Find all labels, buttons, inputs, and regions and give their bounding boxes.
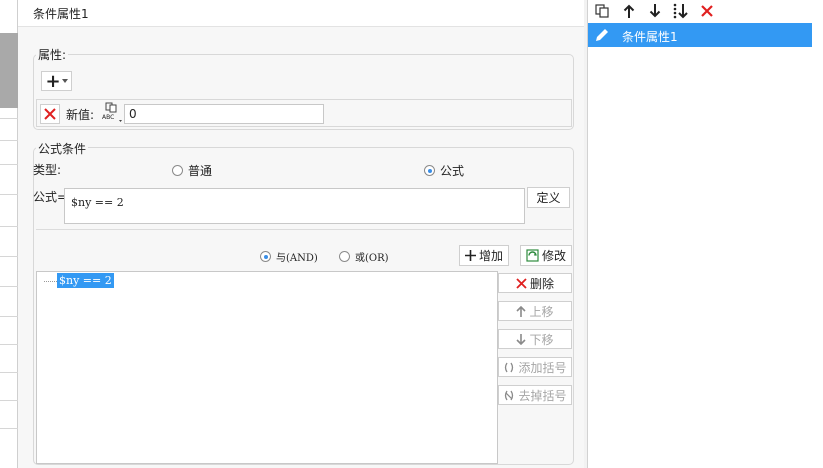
radio-and-circle [260,251,271,262]
modify-condition-label: 修改 [541,249,566,263]
modify-icon [526,249,539,262]
left-edge-dark-block [0,33,18,108]
delete-icon [44,108,56,120]
grid-line [0,140,18,141]
grid-line [0,316,18,317]
grid-line [0,428,18,429]
move-item-down-button[interactable] [646,2,664,20]
radio-formula-circle [424,165,435,176]
formula-label: 公式= [33,190,68,204]
grid-line [0,194,18,195]
tree-connector [44,281,57,282]
abc-icon-label: ABC [102,114,115,121]
separator [36,229,572,230]
define-button[interactable]: 定义 [527,187,570,208]
condition-list-item[interactable]: 条件属性1 [588,23,812,47]
grid-line [0,118,18,119]
attributes-group-label: 属性: [36,46,69,63]
delete-icon [516,277,527,289]
sort-button[interactable] [672,2,690,20]
condition-list-item-label: 条件属性1 [622,30,678,44]
radio-normal-label: 普通 [188,164,213,178]
radio-or[interactable]: 或(OR) [339,249,389,264]
grid-line [0,256,18,257]
grid-line [0,286,18,287]
move-down-label: 下移 [529,332,554,347]
grid-line [0,164,18,165]
delete-item-button[interactable] [698,2,716,20]
condition-tree[interactable]: $ny == 2 [36,271,498,464]
copy-button[interactable] [593,2,611,20]
plus-icon [464,250,476,261]
arrow-down-icon [649,4,661,18]
move-item-up-button[interactable] [620,2,638,20]
grid-line [0,372,18,373]
grid-line [0,400,18,401]
copy-icon [595,4,609,18]
add-condition-label: 增加 [478,249,503,263]
title-bar [18,0,584,27]
plus-icon: + [45,70,61,92]
add-bracket-label: 添加括号 [518,360,567,375]
radio-or-circle [339,251,350,262]
move-up-label: 上移 [529,304,554,319]
arrow-up-icon [516,305,527,317]
bracket-icon [505,362,514,372]
move-up-button[interactable]: 上移 [498,301,572,321]
dropdown-arrow-icon [61,79,68,83]
dialog-title: 条件属性1 [33,7,89,21]
formula-input[interactable]: $ny == 2 [64,188,525,224]
radio-normal-circle [172,165,183,176]
arrow-down-icon [516,333,527,345]
radio-formula[interactable]: 公式 [424,162,464,179]
type-label: 类型: [33,163,62,177]
add-attribute-dropdown[interactable]: + [41,70,72,92]
value-type-dropdown[interactable]: ABC [101,102,123,124]
delete-condition-label: 删除 [529,276,554,291]
new-value-input[interactable]: 0 [124,104,324,124]
new-value-label: 新值: [66,108,95,122]
delete-icon [701,5,713,17]
radio-and[interactable]: 与(AND) [260,249,318,264]
formula-input-text: $ny == 2 [71,196,124,209]
edit-icon [594,27,610,43]
grid-line [0,344,18,345]
remove-bracket-icon [505,390,514,400]
move-down-button[interactable]: 下移 [498,329,572,349]
add-bracket-button[interactable]: 添加括号 [498,357,572,377]
remove-bracket-label: 去掉括号 [518,388,567,403]
radio-or-label: 或(OR) [355,253,389,264]
delete-attribute-button[interactable] [40,104,60,124]
condition-tree-item[interactable]: $ny == 2 [57,273,114,288]
formula-condition-group-label: 公式条件 [36,140,89,157]
add-condition-button[interactable]: 增加 [459,245,509,266]
sort-icon [673,3,688,19]
remove-bracket-button[interactable]: 去掉括号 [498,385,572,405]
arrow-up-icon [623,4,635,18]
right-panel [587,0,823,468]
modify-condition-button[interactable]: 修改 [520,245,572,266]
radio-formula-label: 公式 [440,164,465,178]
delete-condition-button[interactable]: 删除 [498,273,572,293]
radio-normal[interactable]: 普通 [172,162,212,179]
radio-and-label: 与(AND) [276,253,318,264]
grid-line [0,226,18,227]
